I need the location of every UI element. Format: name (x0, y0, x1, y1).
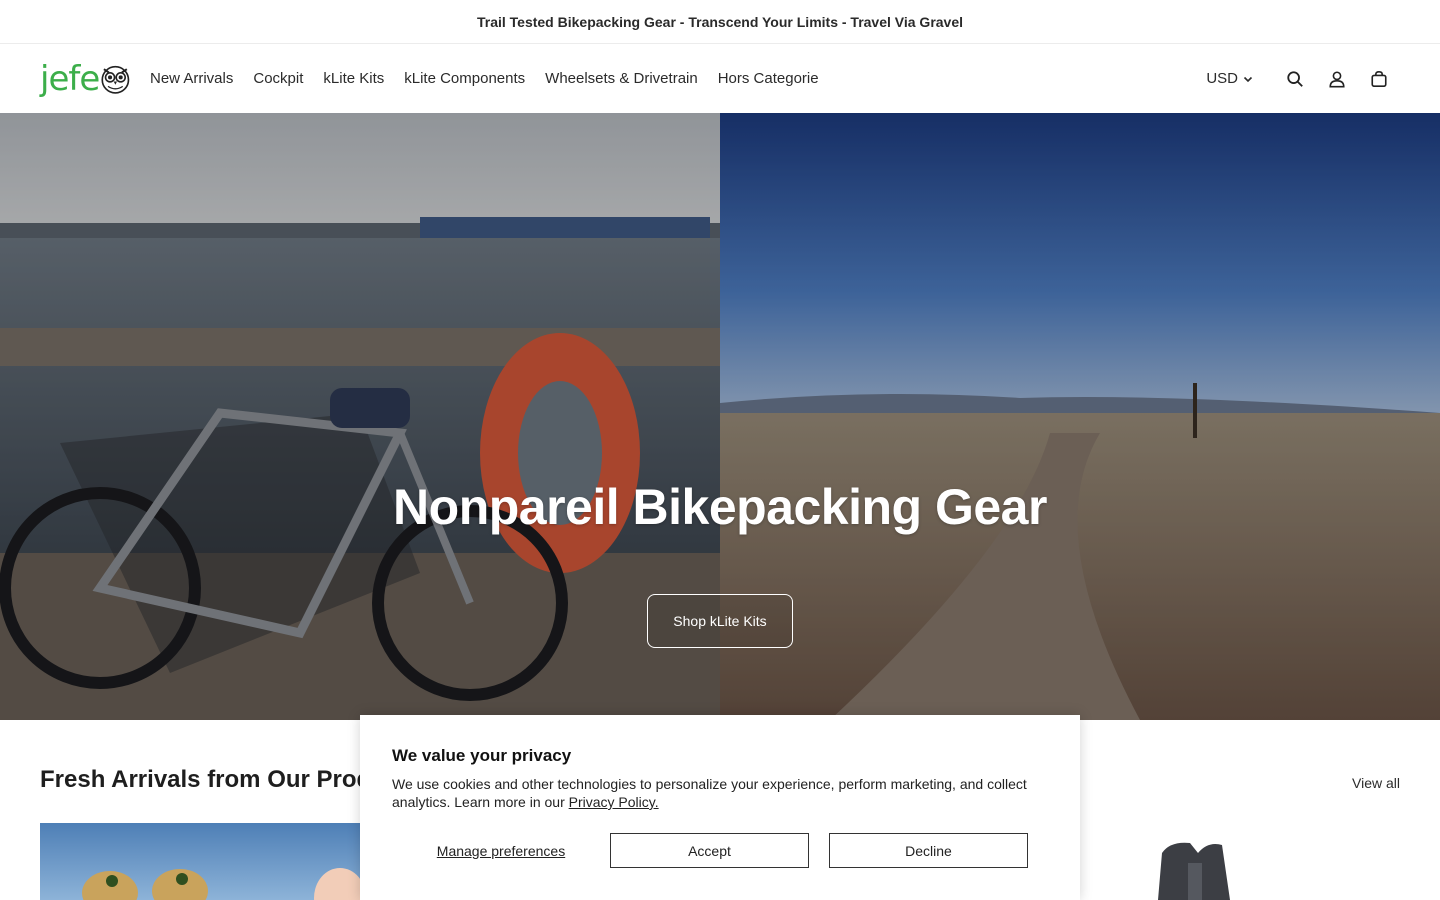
hero-title: Nonpareil Bikepacking Gear (393, 479, 1047, 535)
shop-klite-kits-button[interactable]: Shop kLite Kits (647, 594, 793, 648)
search-icon (1287, 70, 1303, 87)
site-header: jefe New Arrivals Cockpit kLite Kits kLi… (0, 44, 1440, 113)
nav-klite-kits[interactable]: kLite Kits (313, 69, 394, 89)
cart-button[interactable] (1358, 58, 1400, 100)
privacy-policy-link[interactable]: Privacy Policy. (569, 794, 659, 810)
chevron-down-icon (1243, 76, 1253, 82)
cookie-title: We value your privacy (392, 746, 572, 765)
nav-new-arrivals[interactable]: New Arrivals (150, 69, 243, 89)
search-button[interactable] (1274, 58, 1316, 100)
hero-banner: Nonpareil Bikepacking Gear Shop kLite Ki… (0, 113, 1440, 720)
account-button[interactable] (1316, 58, 1358, 100)
nav-hors-categorie[interactable]: Hors Categorie (708, 69, 829, 89)
section-title: Fresh Arrivals from Our Prod (40, 766, 372, 793)
logo-text: jefe (40, 58, 100, 99)
accept-cookies-button[interactable]: Accept (610, 833, 809, 868)
owl-logo-icon (101, 65, 130, 94)
nav-wheelsets-drivetrain[interactable]: Wheelsets & Drivetrain (535, 69, 708, 89)
cart-icon (1371, 70, 1387, 87)
product-card[interactable] (1080, 823, 1400, 900)
hero-content: Nonpareil Bikepacking Gear (0, 478, 1440, 536)
manage-preferences-link[interactable]: Manage preferences (392, 843, 610, 859)
header-actions: USD (1206, 58, 1400, 100)
cookie-text: We use cookies and other technologies to… (392, 775, 1032, 811)
announcement-bar: Trail Tested Bikepacking Gear - Transcen… (0, 0, 1440, 44)
announcement-text: Trail Tested Bikepacking Gear - Transcen… (476, 13, 964, 30)
logo[interactable]: jefe (40, 59, 132, 99)
decline-cookies-button[interactable]: Decline (829, 833, 1028, 868)
account-icon (1329, 70, 1345, 87)
hero-image-bike-pier (0, 113, 720, 720)
nav-klite-components[interactable]: kLite Components (394, 69, 535, 89)
cookie-banner: We value your privacy We use cookies and… (360, 715, 1080, 900)
product-card[interactable] (40, 823, 360, 900)
view-all-link[interactable]: View all (1352, 775, 1400, 791)
cookie-actions: Manage preferences Accept Decline (392, 833, 1028, 868)
currency-label: USD (1206, 70, 1238, 87)
main-nav: New Arrivals Cockpit kLite Kits kLite Co… (150, 69, 829, 89)
nav-cockpit[interactable]: Cockpit (243, 69, 313, 89)
currency-selector[interactable]: USD (1206, 70, 1254, 87)
cookie-text-body: We use cookies and other technologies to… (392, 776, 1027, 810)
hero-image-gravel-road (720, 113, 1440, 720)
